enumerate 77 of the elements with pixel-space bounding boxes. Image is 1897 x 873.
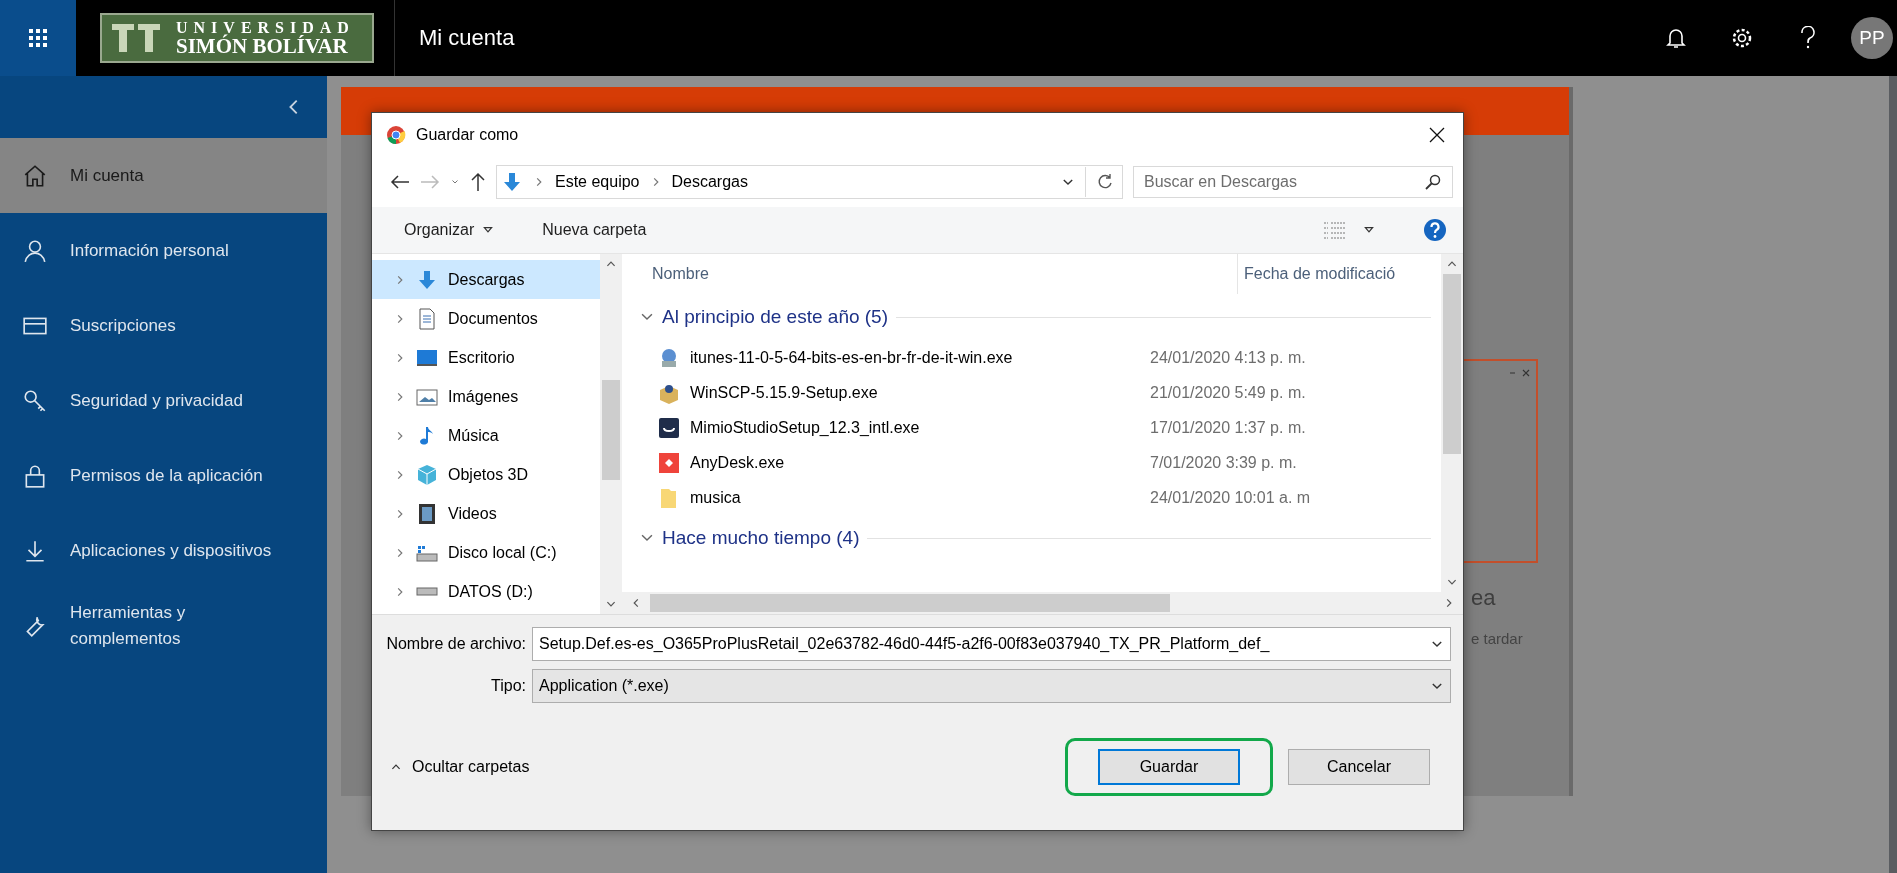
details-view-icon xyxy=(1323,221,1347,239)
sidebar-item[interactable]: Información personal xyxy=(0,213,327,288)
sidebar-item[interactable]: Herramientas y complementos xyxy=(0,588,327,664)
cancel-button[interactable]: Cancelar xyxy=(1288,748,1430,785)
file-row[interactable]: musica 24/01/2020 10:01 a. m xyxy=(640,480,1441,515)
download-arrow-icon xyxy=(501,171,523,193)
column-header[interactable]: Fecha de modificació xyxy=(1237,254,1396,294)
folder-tree-item[interactable]: DATOS (D:) xyxy=(372,572,600,611)
drive-icon xyxy=(416,587,438,596)
back-button[interactable] xyxy=(390,174,410,190)
sidebar-item[interactable]: Aplicaciones y dispositivos xyxy=(0,513,327,588)
sidebar-item[interactable]: Permisos de la aplicación xyxy=(0,438,327,513)
scrollbar-thumb[interactable] xyxy=(602,380,620,480)
file-row[interactable]: AnyDesk.exe 7/01/2020 3:39 p. m. xyxy=(640,445,1441,480)
scrollbar-thumb[interactable] xyxy=(650,594,1170,612)
forward-arrow-icon xyxy=(420,174,440,190)
group-header[interactable]: Hace mucho tiempo (4) xyxy=(640,515,1441,561)
file-type-dropdown[interactable]: Application (*.exe) xyxy=(532,669,1451,703)
hide-folders-button[interactable]: Ocultar carpetas xyxy=(390,757,530,776)
new-folder-button[interactable]: Nueva carpeta xyxy=(540,217,649,243)
university-logo[interactable]: UNIVERSIDAD SIMÓN BOLÍVAR xyxy=(100,13,374,63)
document-icon xyxy=(416,307,438,330)
help-icon xyxy=(1800,26,1816,50)
waffle-icon xyxy=(29,29,47,47)
settings-icon xyxy=(1731,27,1753,49)
bell-icon xyxy=(1666,27,1686,49)
file-row[interactable]: WinSCP-5.15.9-Setup.exe 21/01/2020 5:49 p. m. xyxy=(640,375,1441,410)
heading-fragment: ea xyxy=(1471,585,1496,611)
folder-tree-item[interactable]: Música xyxy=(372,416,600,455)
file-row[interactable]: MimioStudioSetup_12.3_intl.exe 17/01/2020 1:37 p. m. xyxy=(640,410,1441,445)
up-button[interactable] xyxy=(470,172,486,192)
close-icon xyxy=(1429,127,1445,143)
folder-tree-item[interactable]: Descargas xyxy=(372,260,600,299)
column-header[interactable]: Nombre xyxy=(640,265,1237,283)
breadcrumb-item[interactable]: Descargas xyxy=(671,173,748,191)
app-icon xyxy=(658,416,680,439)
folder-tree-item[interactable]: Disco local (C:) xyxy=(372,533,600,572)
app-launcher-button[interactable] xyxy=(0,0,76,76)
folder-tree-item[interactable]: Videos xyxy=(372,494,600,533)
organize-button[interactable]: Organizar xyxy=(402,217,497,243)
address-bar[interactable]: Este equipo Descargas xyxy=(496,165,1123,199)
sidebar-item[interactable]: Mi cuenta xyxy=(0,138,327,213)
help-icon xyxy=(1423,218,1447,242)
group-header[interactable]: Al principio de este año (5) xyxy=(640,294,1441,340)
folder-tree-item[interactable]: Escritorio xyxy=(372,338,600,377)
back-arrow-icon xyxy=(390,174,410,190)
search-field[interactable]: Buscar en Descargas xyxy=(1133,166,1453,198)
field-label: Tipo: xyxy=(490,677,527,695)
scrollbar[interactable] xyxy=(1441,254,1463,592)
scrollbar-thumb[interactable] xyxy=(1443,274,1461,454)
folder-tree-item[interactable]: Objetos 3D xyxy=(372,455,600,494)
logo-text: SIMÓN BOLÍVAR xyxy=(176,35,349,57)
window-controls-icon xyxy=(1510,369,1530,377)
folder-tree-item[interactable]: Documentos xyxy=(372,299,600,338)
text-fragment: e tardar xyxy=(1471,630,1523,647)
up-arrow-icon xyxy=(470,172,486,192)
save-button[interactable]: Guardar xyxy=(1098,748,1240,785)
scrollbar[interactable] xyxy=(622,592,1463,614)
sidebar-item[interactable]: Seguridad y privacidad xyxy=(0,363,327,438)
film-icon xyxy=(416,502,438,525)
file-name-field[interactable]: Setup.Def.es-es_O365ProPlusRetail_02e63782-46d0-44f5-a2f6-00f83e037940_TX_PR_Platform_def_ xyxy=(532,627,1451,661)
app-icon xyxy=(658,451,680,474)
key-icon xyxy=(22,387,48,414)
cube-icon xyxy=(416,463,438,486)
user-avatar[interactable]: PP xyxy=(1851,17,1893,59)
download-arrow-icon xyxy=(416,268,438,291)
dialog-title: Guardar como xyxy=(416,126,519,144)
search-icon xyxy=(1425,174,1441,190)
field-label: Nombre de archivo: xyxy=(385,635,527,653)
file-row[interactable]: itunes-11-0-5-64-bits-es-en-br-fr-de-it-win.exe 24/01/2020 4:13 p. m. xyxy=(640,340,1441,375)
forward-button[interactable] xyxy=(420,174,440,190)
refresh-icon xyxy=(1096,173,1114,191)
browser-icon xyxy=(386,125,406,145)
breadcrumb-item[interactable]: Este equipo xyxy=(555,173,640,191)
folder-tree-item[interactable]: Imágenes xyxy=(372,377,600,416)
scrollbar[interactable] xyxy=(600,254,622,614)
sidebar-item[interactable]: Suscripciones xyxy=(0,288,327,363)
